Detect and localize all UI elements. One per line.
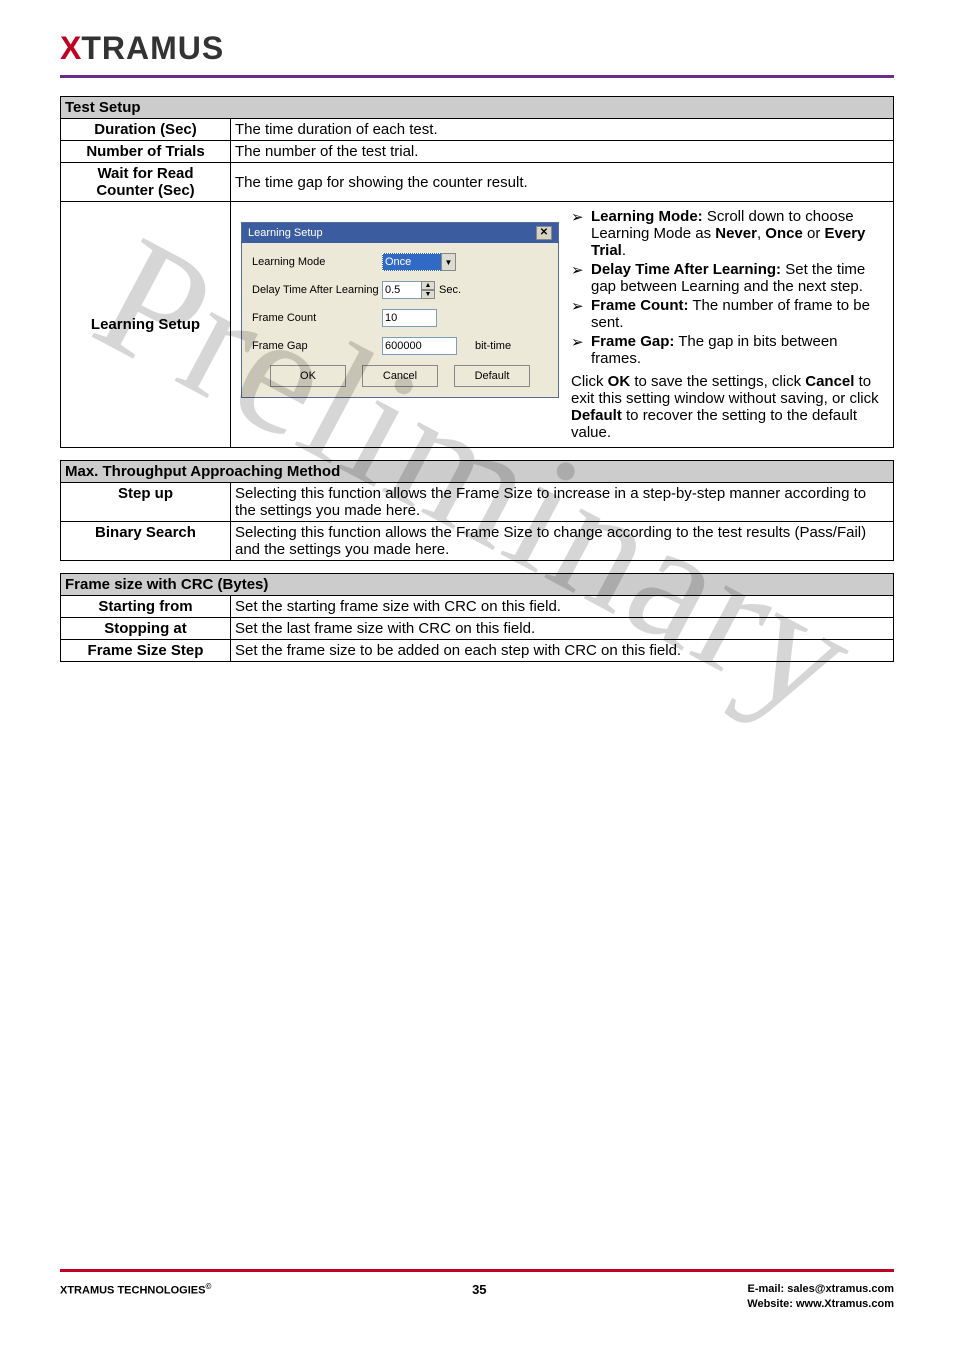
close-icon[interactable]: ✕ bbox=[536, 226, 552, 240]
gap-input[interactable]: 600000 bbox=[382, 337, 457, 355]
wait-label-2: Counter (Sec) bbox=[65, 182, 226, 199]
mode-label: Learning Mode bbox=[252, 256, 382, 268]
test-setup-table: Test Setup Duration (Sec) The time durat… bbox=[60, 96, 894, 448]
stepup-label: Step up bbox=[61, 483, 231, 522]
desc-delay: Delay Time After Learning: Set the time … bbox=[571, 261, 883, 295]
brand-logo: XTRAMUS bbox=[60, 30, 894, 67]
delay-spinner[interactable]: ▲▼ bbox=[421, 281, 435, 299]
frame-size-header: Frame size with CRC (Bytes) bbox=[61, 574, 894, 596]
wait-label: Wait for Read Counter (Sec) bbox=[61, 163, 231, 202]
footer-company: XTRAMUS TECHNOLOGIES© bbox=[60, 1282, 211, 1297]
frame-size-table: Frame size with CRC (Bytes) Starting fro… bbox=[60, 573, 894, 662]
duration-desc: The time duration of each test. bbox=[231, 119, 894, 141]
start-desc: Set the starting frame size with CRC on … bbox=[231, 596, 894, 618]
stop-desc: Set the last frame size with CRC on this… bbox=[231, 618, 894, 640]
learning-desc: Learning Mode: Scroll down to choose Lea… bbox=[565, 204, 889, 445]
step-desc: Set the frame size to be added on each s… bbox=[231, 640, 894, 662]
default-button[interactable]: Default bbox=[454, 365, 530, 387]
learning-label: Learning Setup bbox=[61, 202, 231, 448]
step-label: Frame Size Step bbox=[61, 640, 231, 662]
delay-unit: Sec. bbox=[439, 284, 461, 296]
max-method-table: Max. Throughput Approaching Method Step … bbox=[60, 460, 894, 561]
count-label: Frame Count bbox=[252, 312, 382, 324]
logo-x: X bbox=[60, 30, 81, 66]
wait-desc: The time gap for showing the counter res… bbox=[231, 163, 894, 202]
learning-cell: Learning Setup ✕ Learning Mode Once ▼ bbox=[231, 202, 894, 448]
header-divider bbox=[60, 75, 894, 78]
gap-unit: bit-time bbox=[475, 340, 511, 352]
dialog-title: Learning Setup bbox=[248, 227, 323, 239]
mode-select[interactable]: Once bbox=[382, 253, 442, 271]
stop-label: Stopping at bbox=[61, 618, 231, 640]
delay-label: Delay Time After Learning bbox=[252, 284, 382, 296]
stepup-desc: Selecting this function allows the Frame… bbox=[231, 483, 894, 522]
duration-label: Duration (Sec) bbox=[61, 119, 231, 141]
page-number: 35 bbox=[472, 1282, 486, 1297]
test-setup-header: Test Setup bbox=[61, 97, 894, 119]
binary-label: Binary Search bbox=[61, 522, 231, 561]
page-footer: XTRAMUS TECHNOLOGIES© 35 E-mail: sales@x… bbox=[60, 1269, 894, 1311]
dropdown-icon[interactable]: ▼ bbox=[441, 253, 456, 271]
count-input[interactable]: 10 bbox=[382, 309, 437, 327]
dialog-titlebar: Learning Setup ✕ bbox=[242, 223, 558, 243]
footer-divider bbox=[60, 1269, 894, 1272]
learning-setup-dialog: Learning Setup ✕ Learning Mode Once ▼ bbox=[241, 222, 559, 398]
max-method-header: Max. Throughput Approaching Method bbox=[61, 461, 894, 483]
start-label: Starting from bbox=[61, 596, 231, 618]
desc-buttons: Click OK to save the settings, click Can… bbox=[571, 373, 883, 441]
trials-desc: The number of the test trial. bbox=[231, 141, 894, 163]
desc-count: Frame Count: The number of frame to be s… bbox=[571, 297, 883, 331]
gap-label: Frame Gap bbox=[252, 340, 382, 352]
cancel-button[interactable]: Cancel bbox=[362, 365, 438, 387]
delay-input[interactable]: 0.5 bbox=[382, 281, 422, 299]
desc-gap: Frame Gap: The gap in bits between frame… bbox=[571, 333, 883, 367]
footer-contact: E-mail: sales@xtramus.com Website: www.X… bbox=[747, 1282, 894, 1311]
binary-desc: Selecting this function allows the Frame… bbox=[231, 522, 894, 561]
trials-label: Number of Trials bbox=[61, 141, 231, 163]
logo-rest: TRAMUS bbox=[81, 30, 224, 66]
ok-button[interactable]: OK bbox=[270, 365, 346, 387]
wait-label-1: Wait for Read bbox=[65, 165, 226, 182]
desc-mode: Learning Mode: Scroll down to choose Lea… bbox=[571, 208, 883, 259]
